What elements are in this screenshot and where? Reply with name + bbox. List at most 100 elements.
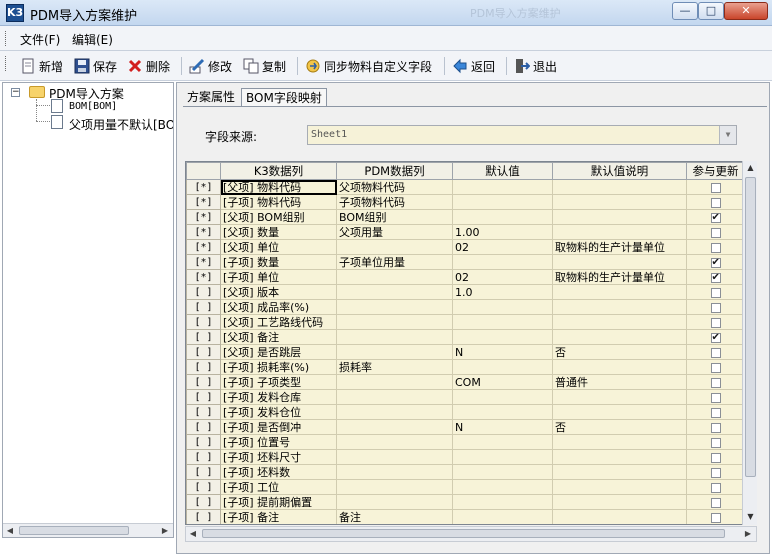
update-checkbox[interactable] bbox=[710, 197, 721, 208]
cell-def[interactable]: 02 bbox=[452, 269, 553, 285]
update-checkbox[interactable] bbox=[710, 377, 721, 388]
delete-button[interactable]: 删除 bbox=[127, 56, 170, 76]
source-select[interactable]: Sheet1 ▼ bbox=[307, 125, 737, 145]
chevron-down-icon[interactable]: ▼ bbox=[719, 126, 736, 144]
scroll-thumb[interactable] bbox=[19, 526, 129, 535]
modify-button[interactable]: 修改 bbox=[189, 56, 232, 76]
cell-desc[interactable]: 否 bbox=[552, 344, 687, 360]
update-checkbox[interactable] bbox=[710, 182, 721, 193]
cell-def[interactable] bbox=[452, 449, 553, 465]
cell-pdm[interactable]: 备注 bbox=[336, 509, 453, 524]
back-button[interactable]: 返回 bbox=[452, 56, 495, 76]
table-row[interactable]: [ ] [子项] 坯料尺寸 bbox=[186, 449, 745, 465]
copy-button[interactable]: 复制 bbox=[243, 56, 286, 76]
cell-def[interactable] bbox=[452, 389, 553, 405]
cell-pdm[interactable]: 损耗率 bbox=[336, 359, 453, 375]
cell-desc[interactable] bbox=[552, 314, 687, 330]
cell-def[interactable]: N bbox=[452, 419, 553, 435]
table-row[interactable]: [*] [子项] 数量 子项单位用量 bbox=[186, 254, 745, 270]
cell-k3[interactable]: [子项] 坯料尺寸 bbox=[220, 449, 337, 465]
cell-desc[interactable] bbox=[552, 479, 687, 495]
cell-def[interactable] bbox=[452, 254, 553, 270]
cell-desc[interactable]: 普通件 bbox=[552, 374, 687, 390]
scroll-up-icon[interactable]: ▲ bbox=[743, 161, 758, 175]
cell-def[interactable]: 1.0 bbox=[452, 284, 553, 300]
table-row[interactable]: [*] [子项] 单位 02 取物料的生产计量单位 bbox=[186, 269, 745, 285]
cell-def[interactable] bbox=[452, 299, 553, 315]
update-checkbox[interactable] bbox=[710, 256, 721, 269]
cell-pdm[interactable] bbox=[336, 464, 453, 480]
cell-pdm[interactable]: 子项物料代码 bbox=[336, 194, 453, 210]
menu-file[interactable]: 文件(F) bbox=[20, 31, 60, 48]
table-row[interactable]: [ ] [子项] 工位 bbox=[186, 479, 745, 495]
table-row[interactable]: [ ] [子项] 子项类型 COM 普通件 bbox=[186, 374, 745, 390]
cell-k3[interactable]: [子项] 数量 bbox=[220, 254, 337, 270]
update-checkbox[interactable] bbox=[710, 437, 721, 448]
cell-pdm[interactable] bbox=[336, 449, 453, 465]
cell-pdm[interactable] bbox=[336, 389, 453, 405]
table-row[interactable]: [ ] [父项] 是否跳层 N 否 bbox=[186, 344, 745, 360]
update-checkbox[interactable] bbox=[710, 422, 721, 433]
cell-pdm[interactable]: 父项物料代码 bbox=[336, 179, 453, 195]
update-checkbox[interactable] bbox=[710, 467, 721, 478]
table-row[interactable]: [ ] [父项] 备注 bbox=[186, 329, 745, 345]
cell-def[interactable] bbox=[452, 434, 553, 450]
cell-desc[interactable] bbox=[552, 179, 687, 195]
menu-edit[interactable]: 编辑(E) bbox=[72, 31, 113, 48]
cell-pdm[interactable]: 子项单位用量 bbox=[336, 254, 453, 270]
cell-pdm[interactable] bbox=[336, 404, 453, 420]
cell-k3[interactable]: [父项] 成品率(%) bbox=[220, 299, 337, 315]
table-row[interactable]: [ ] [子项] 发料仓位 bbox=[186, 404, 745, 420]
table-row[interactable]: [*] [父项] 数量 父项用量 1.00 bbox=[186, 224, 745, 240]
table-row[interactable]: [ ] [子项] 损耗率(%) 损耗率 bbox=[186, 359, 745, 375]
cell-desc[interactable]: 取物料的生产计量单位 bbox=[552, 269, 687, 285]
table-row[interactable]: [*] [子项] 物料代码 子项物料代码 bbox=[186, 194, 745, 210]
cell-def[interactable]: 1.00 bbox=[452, 224, 553, 240]
cell-desc[interactable] bbox=[552, 494, 687, 510]
sync-fields-button[interactable]: 同步物料自定义字段 bbox=[305, 56, 432, 76]
update-checkbox[interactable] bbox=[710, 271, 721, 284]
update-checkbox[interactable] bbox=[710, 362, 721, 373]
cell-pdm[interactable] bbox=[336, 479, 453, 495]
update-checkbox[interactable] bbox=[710, 407, 721, 418]
cell-desc[interactable]: 否 bbox=[552, 419, 687, 435]
update-checkbox[interactable] bbox=[710, 331, 721, 344]
grid-vertical-scrollbar[interactable]: ▲ ▼ bbox=[742, 161, 757, 525]
table-row[interactable]: [ ] [子项] 位置号 bbox=[186, 434, 745, 450]
tree-item-bom[interactable]: BOM[BOM] bbox=[69, 101, 117, 112]
cell-def[interactable] bbox=[452, 194, 553, 210]
update-checkbox[interactable] bbox=[710, 242, 721, 253]
table-row[interactable]: [*] [父项] 单位 02 取物料的生产计量单位 bbox=[186, 239, 745, 255]
table-row[interactable]: [ ] [子项] 坯料数 bbox=[186, 464, 745, 480]
column-header[interactable]: PDM数据列 bbox=[336, 162, 453, 180]
cell-k3[interactable]: [父项] 单位 bbox=[220, 239, 337, 255]
cell-k3[interactable]: [子项] 子项类型 bbox=[220, 374, 337, 390]
column-header[interactable]: 默认值说明 bbox=[552, 162, 687, 180]
cell-def[interactable] bbox=[452, 329, 553, 345]
table-row[interactable]: [*] [父项] 物料代码 父项物料代码 bbox=[186, 179, 745, 195]
update-checkbox[interactable] bbox=[710, 227, 721, 238]
cell-pdm[interactable] bbox=[336, 239, 453, 255]
column-header[interactable]: K3数据列 bbox=[220, 162, 337, 180]
cell-def[interactable]: N bbox=[452, 344, 553, 360]
cell-k3[interactable]: [子项] 位置号 bbox=[220, 434, 337, 450]
toolbar-grip[interactable] bbox=[5, 56, 8, 71]
scroll-right-icon[interactable]: ▶ bbox=[741, 527, 755, 540]
scroll-thumb[interactable] bbox=[202, 529, 725, 538]
tab-properties[interactable]: 方案属性 bbox=[183, 88, 239, 106]
cell-k3[interactable]: [子项] 提前期偏置 bbox=[220, 494, 337, 510]
cell-k3[interactable]: [子项] 物料代码 bbox=[220, 194, 337, 210]
table-row[interactable]: [ ] [子项] 备注 备注 bbox=[186, 509, 745, 524]
cell-k3[interactable]: [父项] 物料代码 bbox=[220, 179, 337, 195]
cell-pdm[interactable] bbox=[336, 329, 453, 345]
cell-k3[interactable]: [父项] BOM组别 bbox=[220, 209, 337, 225]
update-checkbox[interactable] bbox=[710, 317, 721, 328]
scroll-down-icon[interactable]: ▼ bbox=[743, 510, 758, 524]
cell-def[interactable] bbox=[452, 464, 553, 480]
tab-bom-mapping[interactable]: BOM字段映射 bbox=[241, 88, 327, 106]
cell-pdm[interactable] bbox=[336, 344, 453, 360]
cell-desc[interactable] bbox=[552, 194, 687, 210]
tree-item-parent-qty[interactable]: 父项用量不默认[BO bbox=[69, 116, 173, 133]
cell-pdm[interactable] bbox=[336, 314, 453, 330]
cell-def[interactable] bbox=[452, 209, 553, 225]
